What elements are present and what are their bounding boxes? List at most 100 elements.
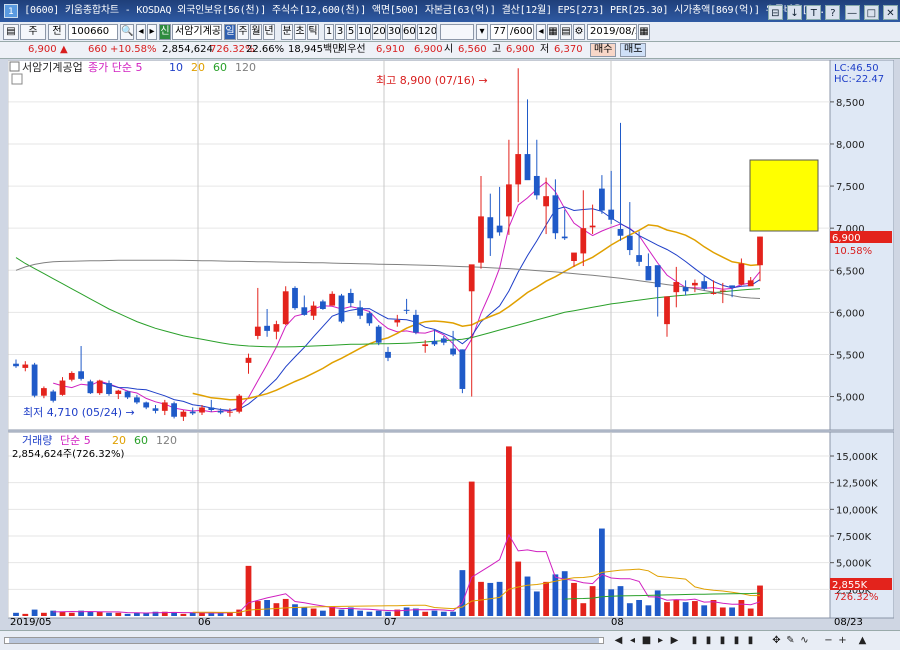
candle[interactable] <box>50 391 57 401</box>
volume-bar[interactable] <box>189 612 196 616</box>
candle[interactable] <box>394 319 401 323</box>
candle[interactable] <box>422 344 429 347</box>
volume-bar[interactable] <box>245 565 252 616</box>
candle[interactable] <box>431 340 438 345</box>
menu-icon[interactable]: ▤ <box>3 24 19 40</box>
candle[interactable] <box>124 391 131 398</box>
candle[interactable] <box>413 314 419 333</box>
candle[interactable] <box>180 411 187 417</box>
tool-icon[interactable]: ✎ <box>784 634 797 647</box>
buy-button[interactable]: 매수 <box>590 43 617 57</box>
candle[interactable] <box>403 309 410 311</box>
candle[interactable] <box>468 264 475 292</box>
volume-bar[interactable] <box>543 581 549 616</box>
volume-bar[interactable] <box>68 612 75 616</box>
candle[interactable] <box>719 290 726 292</box>
volume-bar[interactable] <box>533 591 540 616</box>
candle[interactable] <box>589 225 596 228</box>
volume-bar[interactable] <box>682 602 689 616</box>
candle[interactable] <box>487 217 494 239</box>
sell-button[interactable]: 매도 <box>620 43 647 57</box>
volume-bar[interactable] <box>701 605 708 616</box>
volume-bar[interactable] <box>645 605 652 616</box>
candle[interactable] <box>301 307 308 315</box>
stock-chart[interactable]: 8,5008,0007,5007,0006,5006,0005,5005,000… <box>8 60 894 630</box>
candle[interactable] <box>134 397 140 403</box>
bar-icon[interactable]: ▮ <box>716 634 729 647</box>
volume-bar[interactable] <box>729 607 735 616</box>
candle[interactable] <box>347 292 354 304</box>
candle[interactable] <box>375 326 382 343</box>
volume-bar[interactable] <box>13 612 19 616</box>
n60-button[interactable]: 60 <box>402 24 416 40</box>
candle[interactable] <box>524 154 531 181</box>
n1-button[interactable]: 1 <box>324 24 334 40</box>
minimize-button[interactable]: — <box>844 5 860 20</box>
candle[interactable] <box>636 255 642 262</box>
candle[interactable] <box>41 388 47 396</box>
volume-bar[interactable] <box>292 604 298 616</box>
interval-year-tab[interactable]: 년 <box>263 24 275 40</box>
volume-bar[interactable] <box>515 561 522 616</box>
candle[interactable] <box>171 403 177 417</box>
candle[interactable] <box>533 175 540 196</box>
pan-icon[interactable]: ✥ <box>770 634 783 647</box>
volume-bar[interactable] <box>589 586 596 616</box>
candle[interactable] <box>31 364 38 396</box>
zoom-out-icon[interactable]: − <box>822 634 835 647</box>
volume-bar[interactable] <box>31 609 38 616</box>
volume-bar[interactable] <box>636 600 642 616</box>
search-icon[interactable]: 🔍 <box>120 24 134 40</box>
date-input[interactable]: 2019/08/23 <box>587 24 637 40</box>
dropdown-icon[interactable]: ▾ <box>476 24 488 40</box>
volume-bar[interactable] <box>654 590 661 616</box>
bar-icon[interactable]: ▮ <box>744 634 757 647</box>
n10-button[interactable]: 10 <box>357 24 371 40</box>
volume-bar[interactable] <box>561 571 568 616</box>
candle[interactable] <box>673 282 680 293</box>
volume-bar[interactable] <box>692 601 698 616</box>
candle[interactable] <box>357 307 363 316</box>
volume-bar[interactable] <box>301 607 308 616</box>
candle[interactable] <box>366 313 373 324</box>
volume-bar[interactable] <box>264 600 270 616</box>
candle[interactable] <box>450 348 456 355</box>
candle[interactable] <box>459 349 466 389</box>
volume-bar[interactable] <box>403 607 410 616</box>
volume-bar[interactable] <box>719 607 726 616</box>
volume-bar[interactable] <box>320 610 326 616</box>
stock-name-field[interactable]: 서암기계공 <box>172 24 222 40</box>
candle[interactable] <box>273 324 280 332</box>
volume-bar[interactable] <box>459 570 466 616</box>
candle[interactable] <box>96 380 103 394</box>
candle[interactable] <box>701 281 708 289</box>
volume-bar[interactable] <box>115 612 122 616</box>
candle[interactable] <box>264 325 270 331</box>
maximize-button[interactable]: □ <box>863 5 879 20</box>
volume-bar[interactable] <box>338 609 345 616</box>
volume-bar[interactable] <box>440 611 447 616</box>
volume-bar[interactable] <box>366 611 373 616</box>
candle[interactable] <box>580 228 587 254</box>
candle[interactable] <box>729 285 735 288</box>
volume-bar[interactable] <box>673 600 680 616</box>
stop-icon[interactable]: ■ <box>640 634 653 647</box>
candle[interactable] <box>440 338 447 343</box>
decrease-icon[interactable]: ◂ <box>536 24 546 40</box>
download-icon[interactable]: ↓ <box>787 5 803 20</box>
candle[interactable] <box>282 291 289 325</box>
volume-bar[interactable] <box>422 611 429 616</box>
triangle-icon[interactable]: ▲ <box>856 634 869 647</box>
candle[interactable] <box>692 282 698 286</box>
volume-bar[interactable] <box>22 613 29 616</box>
candle[interactable] <box>552 195 559 234</box>
candle[interactable] <box>320 301 326 309</box>
bar-icon[interactable]: ▮ <box>688 634 701 647</box>
volume-bar[interactable] <box>626 603 633 616</box>
close-button[interactable]: ✕ <box>883 5 898 20</box>
volume-bar[interactable] <box>41 612 47 616</box>
bar-icon[interactable]: ▮ <box>702 634 715 647</box>
candle[interactable] <box>199 407 205 413</box>
candle[interactable] <box>143 402 150 408</box>
settings-icon[interactable]: ⚙ <box>573 24 585 40</box>
